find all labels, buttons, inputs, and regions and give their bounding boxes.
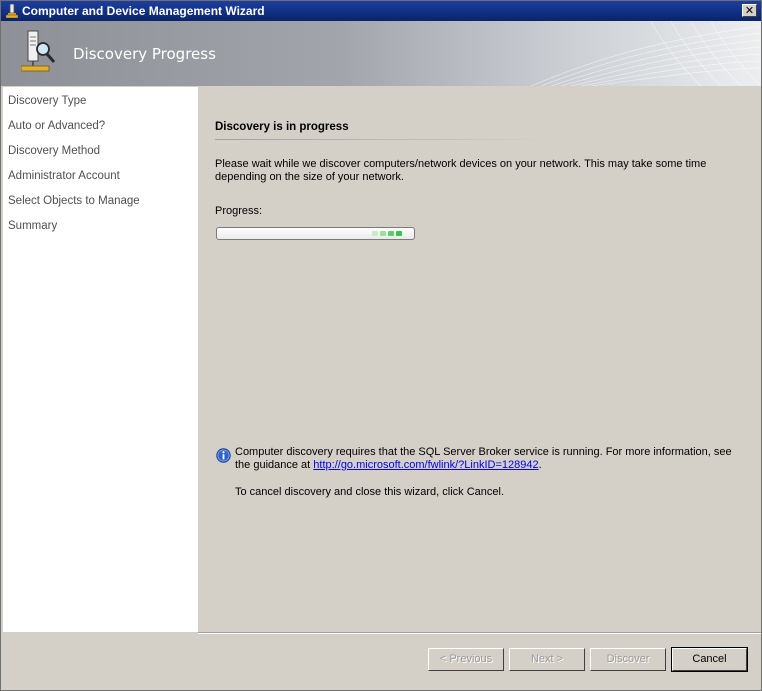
section-divider xyxy=(215,139,550,140)
nav-item-auto-or-advanced[interactable]: Auto or Advanced? xyxy=(8,120,105,132)
nav-item-summary[interactable]: Summary xyxy=(8,220,57,232)
info-message: Computer discovery requires that the SQL… xyxy=(235,446,735,472)
progress-bar xyxy=(216,227,415,240)
progress-description: Please wait while we discover computers/… xyxy=(215,158,707,183)
banner-decoration xyxy=(531,21,761,86)
content-pane: Discovery is in progress Please wait whi… xyxy=(198,87,761,632)
close-button[interactable]: ✕ xyxy=(742,4,757,17)
nav-item-discovery-type[interactable]: Discovery Type xyxy=(8,95,86,107)
title-bar: Computer and Device Management Wizard ✕ xyxy=(1,1,761,21)
progress-marquee-block xyxy=(372,231,378,236)
nav-item-select-objects[interactable]: Select Objects to Manage xyxy=(8,195,140,207)
progress-marquee-block xyxy=(396,231,402,236)
section-title: Discovery is in progress xyxy=(215,121,349,133)
info-text-end: . xyxy=(538,459,542,471)
wizard-step-nav: Discovery Type Auto or Advanced? Discove… xyxy=(3,87,198,632)
nav-item-administrator-account[interactable]: Administrator Account xyxy=(8,170,120,182)
close-icon: ✕ xyxy=(744,4,755,17)
footer-divider xyxy=(198,632,761,634)
wizard-window: Computer and Device Management Wizard ✕ xyxy=(0,0,762,691)
page-heading: Discovery Progress xyxy=(73,45,216,63)
progress-marquee-block xyxy=(380,231,386,236)
header-banner: Discovery Progress xyxy=(1,21,761,86)
wizard-discovery-icon xyxy=(21,30,56,72)
nav-item-discovery-method[interactable]: Discovery Method xyxy=(8,145,100,157)
info-icon xyxy=(216,448,231,463)
next-button[interactable]: Next > xyxy=(509,648,585,671)
cancel-button[interactable]: Cancel xyxy=(671,647,748,672)
guidance-link[interactable]: http://go.microsoft.com/fwlink/?LinkID=1… xyxy=(313,459,538,471)
wizard-app-icon xyxy=(6,4,18,18)
cancel-instructions: To cancel discovery and close this wizar… xyxy=(235,486,505,498)
window-title: Computer and Device Management Wizard xyxy=(22,4,265,18)
progress-label: Progress: xyxy=(215,205,263,217)
progress-marquee-block xyxy=(388,231,394,236)
discover-button[interactable]: Discover xyxy=(590,648,666,671)
previous-button[interactable]: < Previous xyxy=(428,648,504,671)
